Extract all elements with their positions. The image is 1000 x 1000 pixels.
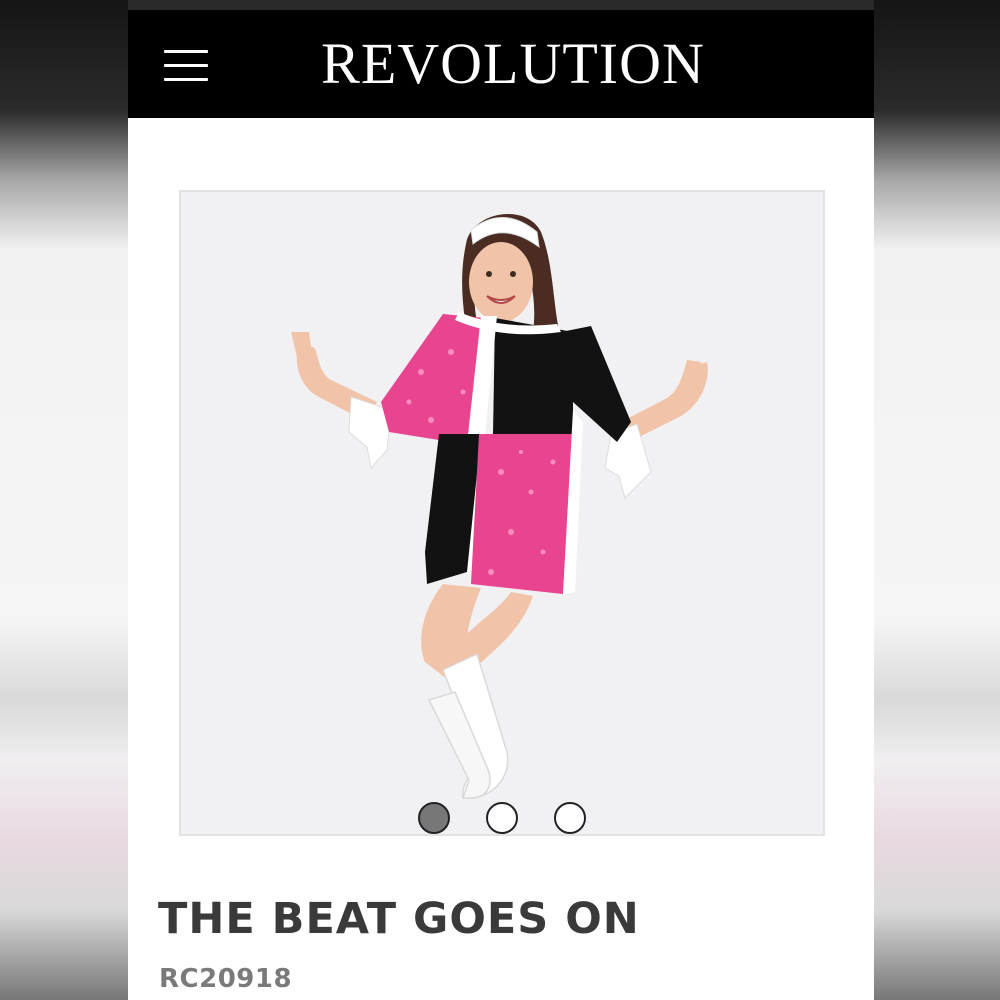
menu-line	[164, 64, 208, 67]
menu-line	[164, 78, 208, 81]
product-title: THE BEAT GOES ON	[158, 894, 640, 944]
product-image-carousel[interactable]	[179, 190, 825, 836]
carousel-dot-2[interactable]	[486, 802, 518, 834]
carousel-dot-3[interactable]	[554, 802, 586, 834]
brand-logo[interactable]: REVOLUTION	[278, 28, 748, 100]
menu-line	[164, 50, 208, 53]
site-header: REVOLUTION	[128, 10, 874, 118]
status-strip	[128, 0, 874, 10]
carousel-dot-1[interactable]	[418, 802, 450, 834]
product-sku: RC20918	[159, 964, 293, 994]
hamburger-menu-icon[interactable]	[164, 48, 208, 84]
carousel-dots	[181, 802, 823, 836]
mobile-page: REVOLUTION THE BEAT GOES ON RC20918	[128, 0, 874, 1000]
backdrop-left	[0, 0, 128, 1000]
backdrop-right	[872, 0, 1000, 1000]
product-photo	[181, 192, 823, 834]
